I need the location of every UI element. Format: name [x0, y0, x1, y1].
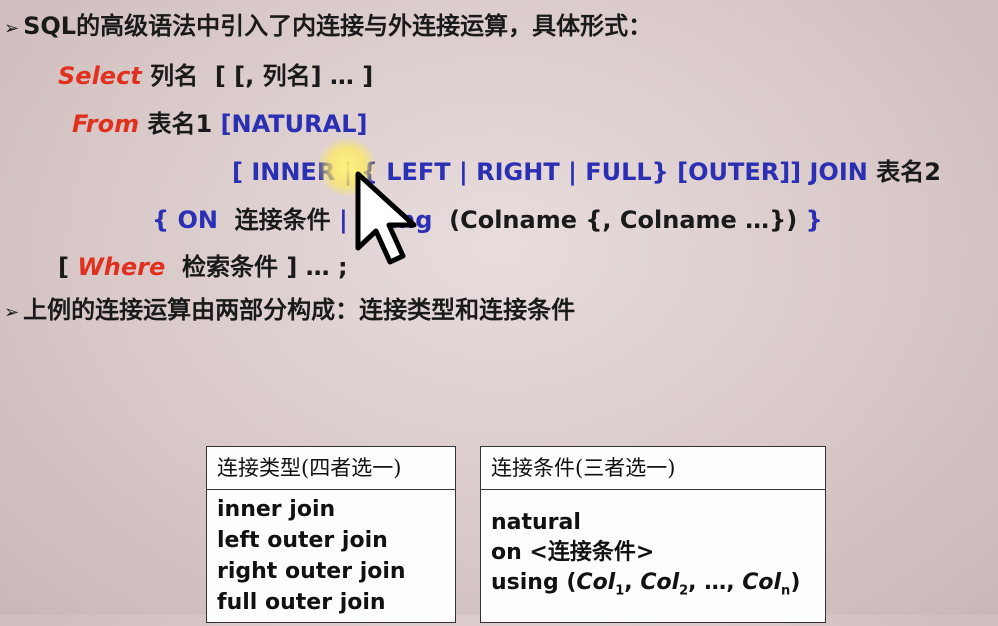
bullet-arrow-icon: ➢ [4, 302, 20, 323]
intro-text: SQL的高级语法中引入了内连接与外连接运算，具体形式： [23, 12, 653, 40]
where-keyword: Where [77, 253, 166, 281]
summary-text: 上例的连接运算由两部分构成：连接类型和连接条件 [23, 296, 576, 324]
natural-option: [NATURAL] [220, 110, 368, 138]
list-item: right outer join [217, 559, 406, 584]
where-condition: 检索条件 ] … ; [182, 253, 348, 281]
list-item: full outer join [217, 590, 386, 615]
on-using-line: { ON 连接条件 | Using (Colname {, Colname …}… [152, 200, 823, 235]
on-keyword: { ON [152, 206, 218, 234]
close-brace: } [805, 206, 823, 234]
select-line: Select 列名 [ [, 列名] … ] [58, 56, 373, 91]
join-type-header: 连接类型(四者选一) [207, 447, 455, 490]
list-item: on <连接条件> [491, 540, 655, 565]
join-type-table: 连接类型(四者选一) inner join left outer join ri… [206, 446, 456, 623]
separator: , [624, 570, 641, 595]
join-condition-table: 连接条件(三者选一) natural on <连接条件> using (Col1… [480, 446, 826, 623]
summary-line: ➢ 上例的连接运算由两部分构成：连接类型和连接条件 [4, 290, 575, 325]
col-subscript: n [781, 583, 791, 599]
using-prefix: using ( [491, 570, 577, 595]
col-name: Col [576, 570, 616, 595]
col-subscript: 2 [679, 583, 689, 599]
join-condition-list: natural on <连接条件> using (Col1, Col2, …, … [481, 490, 825, 614]
where-line: [ Where 检索条件 ] … ; [58, 247, 348, 282]
col-subscript: 1 [615, 583, 625, 599]
from-line: From 表名1 [NATURAL] [72, 104, 367, 139]
select-more-columns: [ [, 列名] … ] [214, 62, 374, 90]
col-name: Col [640, 570, 680, 595]
join-type-list: inner join left outer join right outer j… [207, 490, 455, 626]
ellipsis: …, [704, 570, 743, 595]
table2-name: 表名2 [876, 158, 941, 186]
from-keyword: From [72, 110, 140, 138]
slide: ➢ SQL的高级语法中引入了内连接与外连接运算，具体形式： Select 列名 [… [0, 0, 998, 623]
list-item: inner join [217, 497, 336, 522]
mouse-pointer-icon [355, 171, 417, 265]
list-item: natural [491, 510, 581, 535]
join-condition: 连接条件 [234, 206, 331, 234]
bullet-arrow-icon: ➢ [4, 18, 20, 39]
list-item: left outer join [217, 528, 388, 553]
list-item: using (Col1, Col2, …, Coln) [491, 568, 815, 606]
where-open-bracket: [ [58, 253, 69, 281]
intro-line: ➢ SQL的高级语法中引入了内连接与外连接运算，具体形式： [4, 6, 652, 41]
select-keyword: Select [58, 62, 142, 90]
separator: , [688, 570, 705, 595]
select-column: 列名 [150, 62, 199, 90]
colname-list: (Colname {, Colname …}) [449, 206, 798, 234]
table1-name: 表名1 [147, 110, 213, 138]
col-name: Col [742, 570, 782, 595]
close-paren: ) [790, 570, 801, 595]
join-condition-header: 连接条件(三者选一) [481, 447, 825, 490]
